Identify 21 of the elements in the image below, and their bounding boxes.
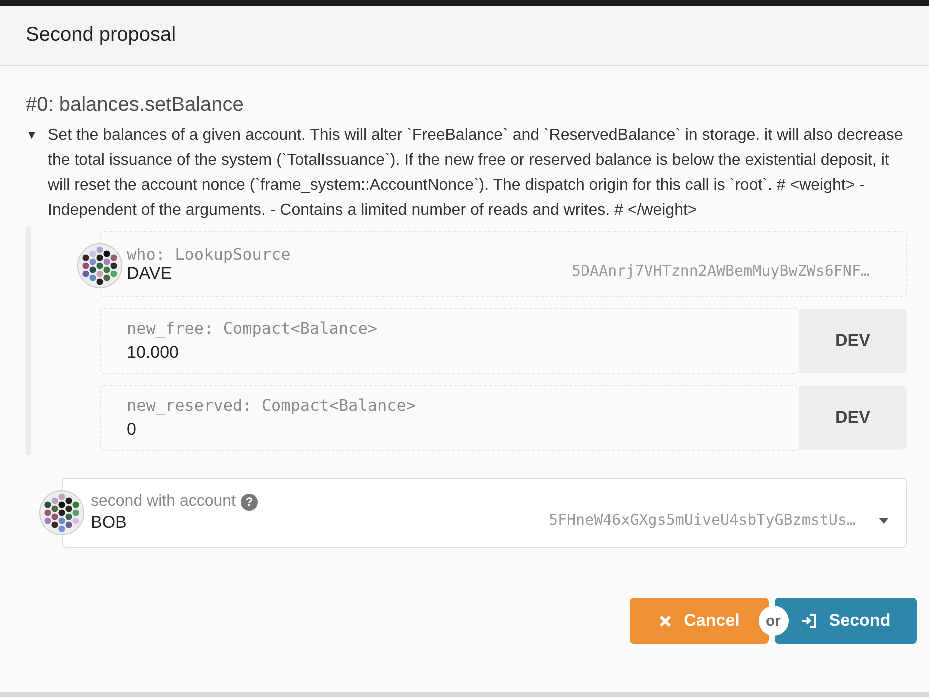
- balance-value: 10.000: [127, 343, 179, 363]
- field-label: who: LookupSource: [127, 244, 291, 264]
- account-address: 5FHneW46xGXgs5mUiveU4sbTyGBzmstUs…: [548, 511, 856, 529]
- field-label: second with account: [91, 493, 236, 511]
- account-name: DAVE: [127, 264, 172, 284]
- help-icon[interactable]: ?: [240, 494, 258, 510]
- modal-title: Second proposal: [26, 24, 176, 47]
- account-select[interactable]: second with account ? BOB 5FHneW46xGXgs5mUiveU4sbTyGBzmstUs…: [62, 478, 907, 548]
- unit-label: DEV: [799, 309, 907, 373]
- expand-toggle[interactable]: ▼: [26, 123, 48, 223]
- field-label: new_reserved: Compact<Balance>: [127, 396, 416, 415]
- account-address: 5DAAnrj7VHTznn2AWBemMuyBwZWs6FNF…: [572, 262, 870, 280]
- balance-value: 0: [127, 420, 136, 440]
- call-description: Set the balances of a given account. This will alter `FreeBalance` and `ReservedBalance` in storage. it will also decrease the total issuance of the system (`TotalIssuance`). If the new free or reserved balance is below the existential deposit, it will reset the account nonce (`frame_system::AccountNonce`). The dispatch origin for this call is `root`. # <weight> - Independent of the arguments. - Contains a limited number of reads and writes. # </weight>: [48, 126, 904, 221]
- balance-field[interactable]: new_reserved: Compact<Balance> 0: [100, 385, 799, 451]
- balance-field[interactable]: new_free: Compact<Balance> 10.000: [100, 308, 799, 374]
- unit-label: DEV: [799, 386, 907, 450]
- account-field[interactable]: who: LookupSource DAVE 5DAAnrj7VHTznn2AWBemMuyBwZWs6FNF…: [100, 231, 907, 297]
- field-label: new_free: Compact<Balance>: [127, 319, 378, 338]
- account-name: BOB: [91, 513, 127, 533]
- call-title: #0: balances.setBalance: [26, 94, 245, 117]
